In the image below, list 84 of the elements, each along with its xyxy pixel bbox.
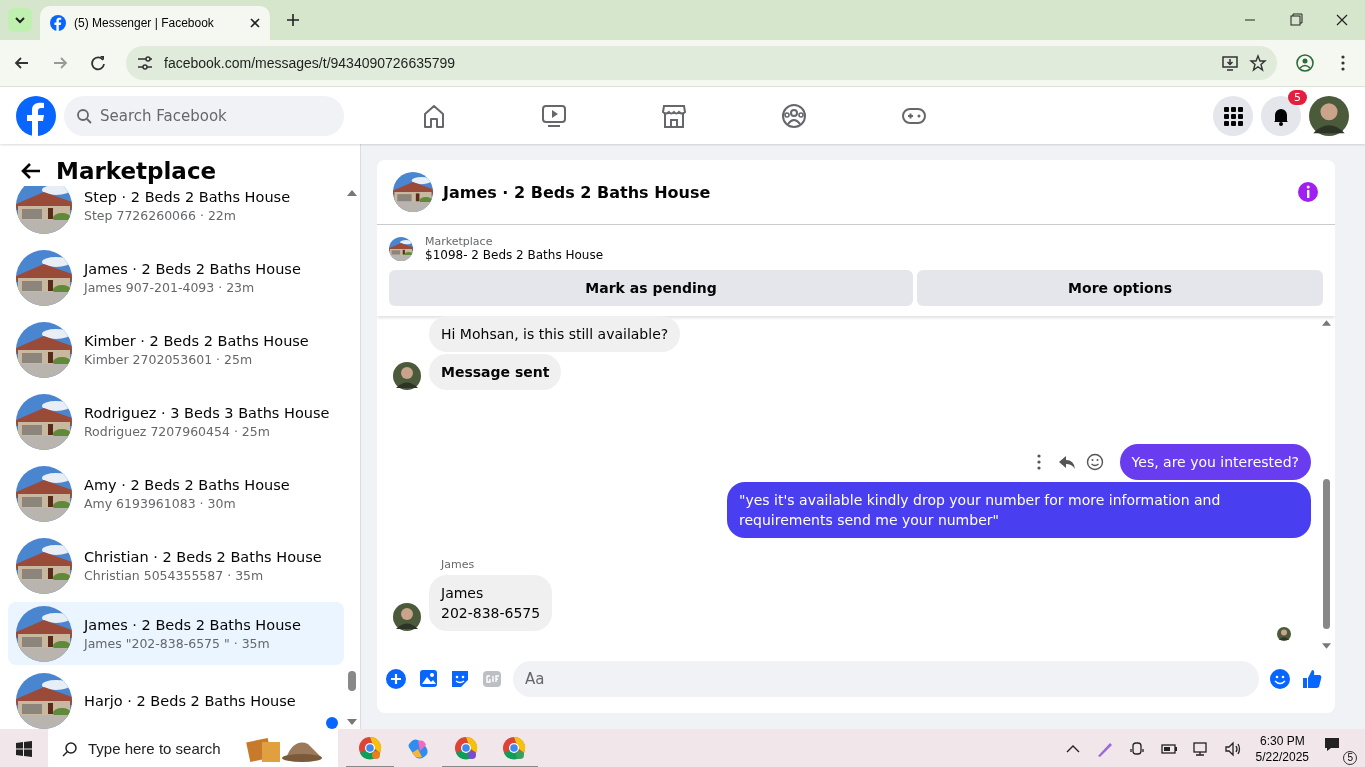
scrollbar-thumb[interactable] bbox=[1322, 479, 1330, 629]
install-icon[interactable] bbox=[1221, 54, 1239, 72]
chat-title: James · 2 Beds 2 Baths House bbox=[443, 182, 712, 202]
notifications-button[interactable] bbox=[1261, 95, 1301, 136]
conversation-preview: Amy 6193961083 · 30m bbox=[84, 496, 237, 511]
conversation-item[interactable]: Christian · 2 Beds 2 Baths House Christian 5054355587 · 35m bbox=[8, 538, 344, 594]
star-icon[interactable] bbox=[1249, 54, 1267, 72]
chevron-down-icon bbox=[14, 14, 26, 26]
sticker-icon[interactable] bbox=[449, 668, 471, 690]
conversation-preview: Kimber 2702053601 · 25m bbox=[84, 352, 254, 367]
conversation-title: Harjo · 2 Beds 2 Baths House bbox=[84, 693, 296, 709]
conversation-title: James · 2 Beds 2 Baths House bbox=[84, 616, 301, 633]
message-bubble: Hi Mohsan, is this still available? bbox=[429, 316, 681, 352]
scrollbar-thumb[interactable] bbox=[348, 671, 356, 691]
scroll-up-icon[interactable] bbox=[347, 190, 357, 196]
grid-icon bbox=[1223, 105, 1243, 126]
conversation-title: Kimber · 2 Beds 2 Baths House bbox=[84, 333, 309, 349]
search-field[interactable]: Search Facebook bbox=[64, 95, 344, 136]
facebook-logo-icon bbox=[50, 15, 66, 31]
search-icon bbox=[62, 740, 78, 757]
message-bubble: Yes, are you interested? bbox=[1119, 444, 1311, 480]
facebook-logo-icon[interactable] bbox=[16, 95, 56, 136]
tab-title: (5) Messenger | Facebook bbox=[74, 16, 215, 30]
action-button[interactable]: Mark as pending bbox=[389, 270, 914, 306]
emoji-icon[interactable] bbox=[1085, 453, 1104, 471]
listing-title[interactable]: $1098- 2 Beds 2 Baths House bbox=[425, 248, 604, 262]
conversation-item[interactable]: Step · 2 Beds 2 Baths House Step 7726260066 · 22m bbox=[8, 186, 344, 234]
message-bubble: Message sent bbox=[429, 354, 562, 390]
listing-label: Marketplace bbox=[425, 235, 494, 248]
scroll-down-icon[interactable] bbox=[347, 719, 357, 725]
scroll-down-icon[interactable] bbox=[1321, 643, 1331, 649]
tab-list-button[interactable] bbox=[8, 8, 32, 32]
windows-icon[interactable] bbox=[15, 739, 33, 758]
taskbar-clock[interactable]: 6:30 PM 5/22/2025 bbox=[1255, 732, 1309, 765]
sender-name: James bbox=[441, 558, 476, 571]
swirl-icon bbox=[406, 736, 430, 761]
network-icon[interactable] bbox=[1191, 739, 1210, 758]
notification-badge: 5 bbox=[1288, 89, 1307, 105]
search-icon bbox=[76, 107, 92, 124]
address-bar[interactable]: facebook.com/messages/t/9434090726635799 bbox=[126, 46, 1277, 80]
conversation-item[interactable]: Rodriguez · 3 Beds 3 Baths House Rodriguez 7207960454 · 25m bbox=[8, 394, 344, 450]
profile-icon[interactable] bbox=[1295, 53, 1315, 73]
notifications-button[interactable]: 5 bbox=[1323, 732, 1357, 765]
conversation-item[interactable]: James · 2 Beds 2 Baths House James 907-201-4093 · 23m bbox=[8, 250, 344, 306]
scroll-up-icon[interactable] bbox=[1321, 320, 1331, 326]
thumbs-up-icon[interactable] bbox=[1301, 668, 1323, 690]
message-input[interactable]: Aa bbox=[513, 661, 1259, 697]
action-button[interactable]: More options bbox=[917, 270, 1323, 306]
new-tab-icon[interactable] bbox=[286, 13, 300, 27]
close-icon[interactable] bbox=[250, 18, 260, 28]
site-settings-icon[interactable] bbox=[136, 54, 154, 72]
browser-tab[interactable]: (5) Messenger | Facebook bbox=[40, 6, 270, 40]
conversation-title: Rodriguez · 3 Beds 3 Baths House bbox=[84, 405, 330, 421]
browser-icon bbox=[358, 735, 382, 760]
conversation-preview: Step 7726260066 · 22m bbox=[84, 208, 237, 223]
conversation-item[interactable]: James · 2 Beds 2 Baths House James "202-838-6575 " · 35m bbox=[8, 602, 344, 665]
photo-icon[interactable] bbox=[417, 668, 439, 690]
conversation-item[interactable]: Amy · 2 Beds 2 Baths House Amy 6193961083 · 30m bbox=[8, 466, 344, 522]
browser-icon bbox=[502, 735, 526, 760]
message-bubble: James 202-838-6575 bbox=[429, 575, 553, 631]
conversation-title: Amy · 2 Beds 2 Baths House bbox=[84, 477, 290, 493]
emoji-icon[interactable] bbox=[1269, 668, 1291, 690]
reload-icon[interactable] bbox=[88, 53, 108, 73]
taskbar-search[interactable]: Type here to search bbox=[48, 729, 338, 767]
menu-button[interactable] bbox=[1213, 95, 1253, 136]
sidebar-title: Marketplace bbox=[56, 158, 217, 184]
conversation-preview: James "202-838-6575 " · 35m bbox=[84, 635, 271, 651]
conversation-preview: Rodriguez 7207960454 · 25m bbox=[84, 424, 271, 439]
message-bubble: "yes it's available kindly drop your number for more information and requirements send me your number" bbox=[727, 482, 1311, 538]
conversation-title: Step · 2 Beds 2 Baths House bbox=[84, 189, 291, 205]
headset-icon[interactable] bbox=[1127, 739, 1146, 758]
info-icon[interactable] bbox=[1297, 181, 1319, 203]
conversation-preview: James 907-201-4093 · 23m bbox=[84, 280, 256, 295]
avatar-icon bbox=[1277, 627, 1291, 641]
conversation-item[interactable]: Kimber · 2 Beds 2 Baths House Kimber 2702053601 · 25m bbox=[8, 322, 344, 378]
avatar-icon bbox=[1309, 95, 1349, 136]
conversation-preview: Christian 5054355587 · 35m bbox=[84, 568, 265, 583]
add-icon[interactable] bbox=[385, 668, 407, 690]
conversation-item[interactable]: Harjo · 2 Beds 2 Baths House bbox=[8, 673, 344, 729]
conversation-title: James · 2 Beds 2 Baths House bbox=[84, 261, 301, 277]
conversation-title: Christian · 2 Beds 2 Baths House bbox=[84, 549, 322, 565]
browser-icon bbox=[454, 735, 478, 760]
reply-icon[interactable] bbox=[1057, 453, 1076, 471]
volume-icon[interactable] bbox=[1223, 739, 1242, 758]
